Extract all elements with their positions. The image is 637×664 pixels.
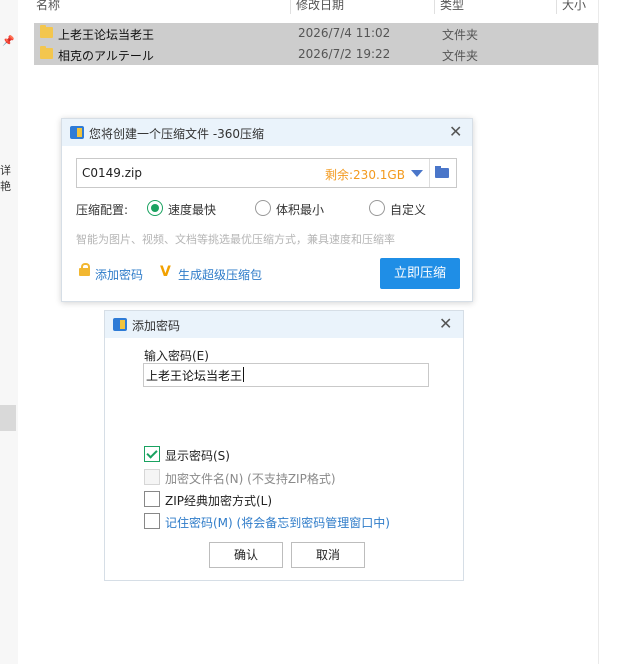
- zip-classic-encryption-label[interactable]: ZIP经典加密方式(L): [165, 492, 272, 509]
- file-type: 文件夹: [442, 28, 479, 42]
- column-separator[interactable]: [556, 0, 557, 14]
- close-icon[interactable]: ✕: [449, 124, 462, 140]
- navigation-pane-edge: 📌 详艳: [0, 0, 18, 664]
- encrypt-filenames-checkbox[interactable]: [144, 469, 160, 485]
- archive-name-field[interactable]: C0149.zip 剩余:230.1GB: [76, 158, 457, 188]
- compress-dialog: 您将创建一个压缩文件 -360压缩 ✕ C0149.zip 剩余:230.1GB…: [61, 118, 473, 302]
- app-360-icon: [70, 126, 84, 139]
- encrypt-filenames-label: 加密文件名(N) (不支持ZIP格式): [165, 472, 336, 486]
- column-type[interactable]: 类型: [440, 0, 464, 13]
- password-dialog: 添加密码 ✕ 输入密码(E) 上老王论坛当老王 显示密码(S) 加密文件名(N)…: [104, 310, 464, 581]
- password-dialog-titlebar[interactable]: 添加密码 ✕: [105, 311, 463, 338]
- file-date: 2026/7/4 11:02: [298, 26, 391, 40]
- nav-text-fragment: 详艳: [0, 164, 11, 193]
- free-space-label: 剩余:230.1GB: [325, 168, 405, 182]
- dropdown-arrow-icon[interactable]: [411, 170, 423, 177]
- text-caret: [243, 367, 244, 382]
- show-password-checkbox[interactable]: [144, 446, 160, 462]
- browse-folder-icon[interactable]: [435, 166, 449, 178]
- column-separator[interactable]: [290, 0, 291, 14]
- close-icon[interactable]: ✕: [439, 316, 452, 332]
- file-name: 相克のアルテール: [58, 49, 154, 63]
- password-input[interactable]: 上老王论坛当老王: [143, 363, 429, 387]
- nav-selection-block: [0, 405, 16, 431]
- folder-icon: [40, 25, 53, 38]
- radio-smallest-label[interactable]: 体积最小: [276, 201, 324, 218]
- field-divider: [429, 159, 430, 187]
- file-list-header: 名称 修改日期 类型 大小: [18, 0, 598, 14]
- file-type: 文件夹: [442, 49, 479, 63]
- radio-fastest-label[interactable]: 速度最快: [168, 201, 216, 218]
- compress-hint: 智能为图片、视频、文档等挑选最优压缩方式，兼具速度和压缩率: [76, 233, 395, 246]
- folder-icon: [40, 46, 53, 59]
- radio-fastest[interactable]: [147, 200, 163, 216]
- cancel-button[interactable]: 取消: [291, 542, 365, 568]
- password-input-value[interactable]: 上老王论坛当老王: [146, 367, 242, 384]
- file-name: 上老王论坛当老王: [58, 28, 155, 42]
- super-compress-label[interactable]: 生成超级压缩包: [178, 266, 262, 283]
- file-row[interactable]: 相克のアルテール 2026/7/2 19:22 文件夹: [34, 44, 598, 65]
- file-row[interactable]: 上老王论坛当老王 2026/7/4 11:02 文件夹: [34, 23, 598, 44]
- column-separator[interactable]: [434, 0, 435, 14]
- column-date[interactable]: 修改日期: [296, 0, 344, 13]
- radio-custom-label[interactable]: 自定义: [390, 201, 426, 218]
- archive-name-value[interactable]: C0149.zip: [82, 166, 142, 180]
- add-password-label[interactable]: 添加密码: [95, 266, 143, 283]
- app-360-icon: [113, 318, 127, 331]
- lock-icon: [79, 263, 90, 276]
- column-divider: [598, 0, 599, 664]
- compress-now-button[interactable]: 立即压缩: [380, 258, 460, 289]
- file-date: 2026/7/2 19:22: [298, 47, 391, 61]
- show-password-label[interactable]: 显示密码(S): [165, 447, 230, 464]
- password-input-label: 输入密码(E): [144, 349, 209, 363]
- zip-classic-encryption-checkbox[interactable]: [144, 491, 160, 507]
- confirm-button[interactable]: 确认: [209, 542, 283, 568]
- pin-icon[interactable]: 📌: [2, 36, 14, 47]
- password-dialog-title: 添加密码: [132, 319, 181, 333]
- radio-smallest[interactable]: [255, 200, 271, 216]
- dialog-title: 您将创建一个压缩文件 -360压缩: [89, 127, 265, 141]
- radio-custom[interactable]: [369, 200, 385, 216]
- remember-password-checkbox[interactable]: [144, 513, 160, 529]
- compress-config-label: 压缩配置:: [76, 203, 129, 217]
- column-name[interactable]: 名称: [36, 0, 60, 13]
- compress-dialog-titlebar[interactable]: 您将创建一个压缩文件 -360压缩 ✕: [62, 119, 472, 146]
- v-badge-icon: V: [160, 264, 171, 280]
- remember-password-label[interactable]: 记住密码(M) (将会备忘到密码管理窗口中): [165, 514, 390, 531]
- column-size[interactable]: 大小: [562, 0, 586, 13]
